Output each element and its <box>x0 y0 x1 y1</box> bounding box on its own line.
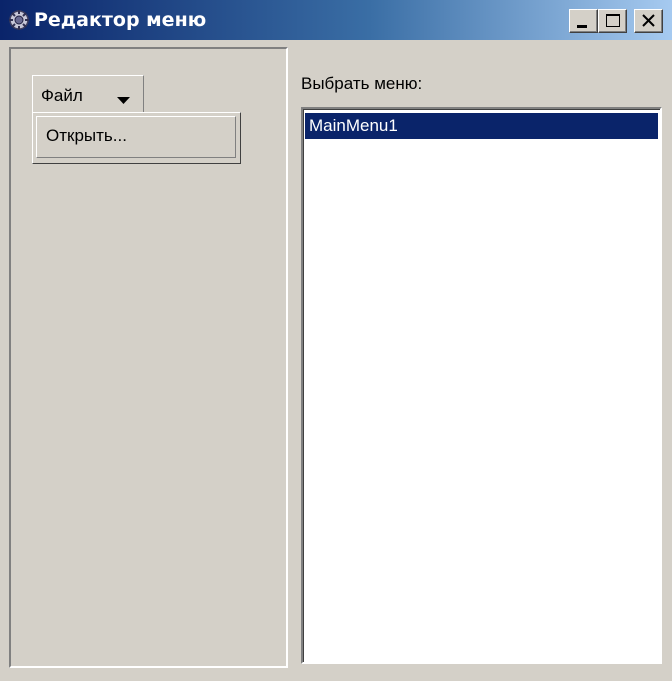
file-dropdown: Открыть... <box>32 112 241 164</box>
window-title: Редактор меню <box>34 9 207 31</box>
close-icon <box>642 14 655 27</box>
dropdown-item-open[interactable]: Открыть... <box>36 116 236 158</box>
maximize-button[interactable] <box>598 9 627 33</box>
close-button[interactable] <box>634 9 663 33</box>
dropdown-item-label: Открыть... <box>46 126 127 145</box>
menu-listbox[interactable]: MainMenu1 <box>301 107 662 664</box>
title-bar[interactable]: Редактор меню <box>0 0 672 40</box>
minimize-button[interactable] <box>569 9 598 33</box>
caret-down-icon <box>117 92 131 110</box>
minimize-icon <box>577 25 587 28</box>
menu-file-label: Файл <box>41 86 83 105</box>
menu-editor-window: Редактор меню Файл Открыть... Выбрать ме… <box>0 0 672 681</box>
list-item[interactable]: MainMenu1 <box>305 113 658 139</box>
menu-file[interactable]: Файл <box>32 75 144 113</box>
gear-app-icon <box>8 9 30 31</box>
maximize-icon <box>606 14 620 27</box>
choose-menu-label: Выбрать меню: <box>301 74 423 93</box>
